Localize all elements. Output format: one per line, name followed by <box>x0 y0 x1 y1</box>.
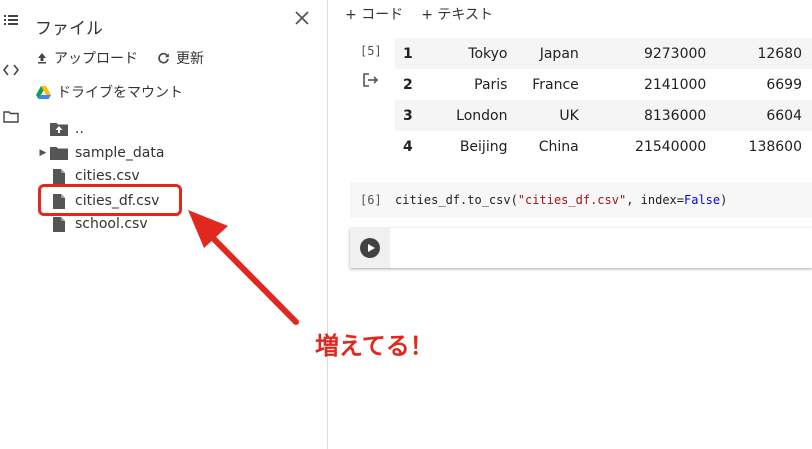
annotation-arrow-icon <box>188 210 299 325</box>
annotation-text: 増えてる！ <box>315 332 434 360</box>
